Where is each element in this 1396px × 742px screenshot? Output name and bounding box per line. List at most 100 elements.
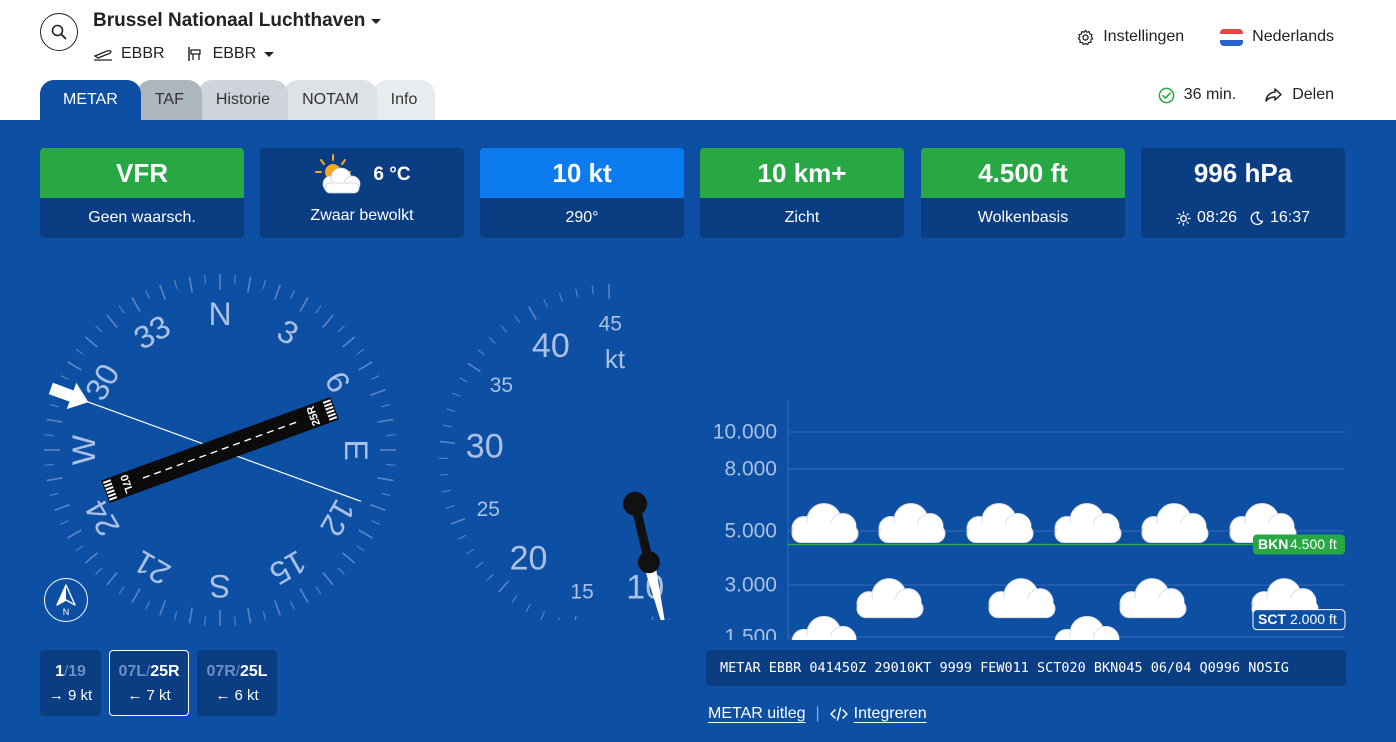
compass-label: N	[208, 296, 231, 332]
visibility-value: 10 km+	[700, 148, 904, 198]
runway-option-1-19[interactable]: 1/19 → 9 kt	[40, 650, 101, 716]
integrate-label: Integreren	[853, 705, 927, 722]
compass-label: W	[66, 434, 102, 465]
search-button[interactable]	[40, 13, 78, 51]
cloud-bkn-icon	[1054, 503, 1122, 543]
visibility-card: 10 km+ Zicht	[700, 148, 904, 238]
runway-option-07l-25r[interactable]: 07L/25R ← 7 kt	[109, 650, 189, 716]
runway-first: 1	[55, 662, 64, 680]
ceiling-label: Wolkenbasis	[977, 209, 1069, 226]
dutch-flag-icon	[1220, 28, 1244, 46]
visibility-label: Zicht	[784, 209, 820, 226]
gauge-minor-label: 15	[570, 580, 593, 603]
moon-icon	[1250, 211, 1264, 225]
compass-label: 21	[128, 543, 177, 592]
cloud-bkn-icon	[966, 503, 1034, 543]
cloud-layer-height: 2.000 ft	[1290, 611, 1337, 627]
pressure-card: 996 hPa 08:26 16:37	[1141, 148, 1345, 238]
compass-label: 3	[271, 312, 304, 352]
compass-label: 24	[78, 494, 127, 543]
runway-wind: → 9 kt	[48, 686, 93, 704]
ceiling-value: 4.500 ft	[921, 148, 1125, 198]
cloud-layer-code: BKN	[1258, 536, 1288, 552]
settings-link[interactable]: Instellingen	[1077, 28, 1184, 46]
plane-departure-icon	[93, 49, 112, 61]
airport-selector[interactable]: Brussel Nationaal Luchthaven	[93, 10, 382, 32]
runway-wind: ← 7 kt	[127, 686, 171, 704]
compass-label: 6	[318, 365, 358, 398]
wind-card: 10 kt 290°	[480, 148, 684, 238]
cloud-layer-height: 4.500 ft	[1290, 536, 1337, 552]
cloud-layer-code: SCT	[1258, 611, 1286, 627]
language-label: Nederlands	[1252, 28, 1334, 45]
settings-label: Instellingen	[1103, 28, 1185, 45]
sunrise-time: 08:26	[1196, 209, 1237, 226]
runway-option-07r-25l[interactable]: 07R/25L ← 6 kt	[197, 650, 277, 716]
runway-first: 07L	[118, 662, 147, 680]
weather-top: 6 °C	[260, 148, 464, 198]
header-status: 36 min. Delen	[1158, 86, 1334, 104]
cloud-bkn-icon	[878, 503, 946, 543]
gauge-minor-label: 35	[490, 374, 513, 397]
flight-rules-card: VFR Geen waarsch.	[40, 148, 244, 238]
arrival-selector[interactable]: EBBR	[187, 45, 275, 63]
flight-rules-sub: Geen waarsch.	[88, 209, 196, 226]
gauge-minor-label: 45	[599, 313, 622, 336]
tab-taf[interactable]: TAF	[136, 80, 202, 120]
language-selector[interactable]: Nederlands	[1220, 28, 1334, 46]
runway-second: 25R	[150, 662, 180, 680]
gauge-minor-label: 25	[477, 498, 500, 521]
metar-panel: VFR Geen waarsch. 6 °C Zwaar bewolkt 10 …	[0, 120, 1396, 742]
tab-historie[interactable]: Historie	[197, 80, 289, 120]
update-age: 36 min.	[1158, 86, 1236, 104]
code-icon	[829, 707, 848, 721]
gear-icon	[1077, 29, 1094, 45]
integrate-link[interactable]: Integreren	[829, 705, 927, 723]
partly-cloudy-icon	[315, 154, 361, 194]
y-tick-label: 1.500	[724, 626, 777, 641]
gauge-unit: kt	[605, 344, 626, 374]
chevron-down-icon	[264, 51, 275, 57]
runway-icon	[187, 47, 201, 61]
footer-links: METAR uitleg | Integreren	[708, 705, 927, 723]
north-arrow-icon: N	[56, 584, 76, 617]
tab-notam[interactable]: NOTAM	[284, 80, 377, 120]
north-label: N	[63, 607, 70, 617]
wind-speed-gauge: 010203040515253545kt	[439, 284, 671, 620]
departure-code: EBBR	[93, 45, 165, 63]
wind-speed-value: 10 kt	[480, 148, 684, 198]
update-age-label: 36 min.	[1183, 86, 1237, 103]
share-button[interactable]: Delen	[1264, 86, 1334, 104]
arrival-code-text: EBBR	[212, 45, 257, 62]
gauge-major-label: 40	[532, 327, 570, 365]
temperature-value: 6 °C	[373, 164, 411, 185]
airport-name: Brussel Nationaal Luchthaven	[93, 10, 366, 31]
header-actions: Instellingen Nederlands	[1077, 28, 1334, 46]
compass-label: S	[209, 568, 230, 604]
sunset-time: 16:37	[1270, 209, 1311, 226]
runway-graphic: 25R07L	[101, 396, 339, 504]
check-circle-icon	[1158, 87, 1175, 103]
north-reset-button[interactable]: N	[44, 578, 88, 622]
metar-raw: METAR EBBR 041450Z 29010KT 9999 FEW011 S…	[706, 650, 1346, 686]
cloud-layer-badge: BKN 4.500 ft	[1253, 534, 1345, 555]
tab-metar[interactable]: METAR	[40, 80, 141, 120]
y-tick-label: 5.000	[724, 520, 777, 543]
pressure-value: 996 hPa	[1193, 157, 1293, 188]
cloud-few-icon	[1054, 615, 1120, 640]
runway-wind: ← 6 kt	[215, 686, 259, 704]
y-tick-label: 10.000	[713, 421, 777, 444]
runway-first: 07R	[206, 662, 236, 680]
metar-explain-link[interactable]: METAR uitleg	[708, 705, 806, 723]
compass-label: 12	[313, 494, 362, 543]
gauge-major-label: 20	[510, 539, 548, 577]
departure-code-text: EBBR	[121, 45, 165, 62]
cloud-layer-badge: SCT 2.000 ft	[1252, 609, 1346, 631]
tab-info[interactable]: Info	[372, 80, 436, 120]
cloud-few-icon	[791, 615, 857, 640]
share-icon	[1265, 88, 1282, 102]
cloud-bkn-icon	[1141, 503, 1209, 543]
header: Brussel Nationaal Luchthaven EBBR EBBR I…	[0, 0, 1396, 120]
weather-sub: Zwaar bewolkt	[310, 207, 414, 224]
share-label: Delen	[1292, 86, 1334, 103]
